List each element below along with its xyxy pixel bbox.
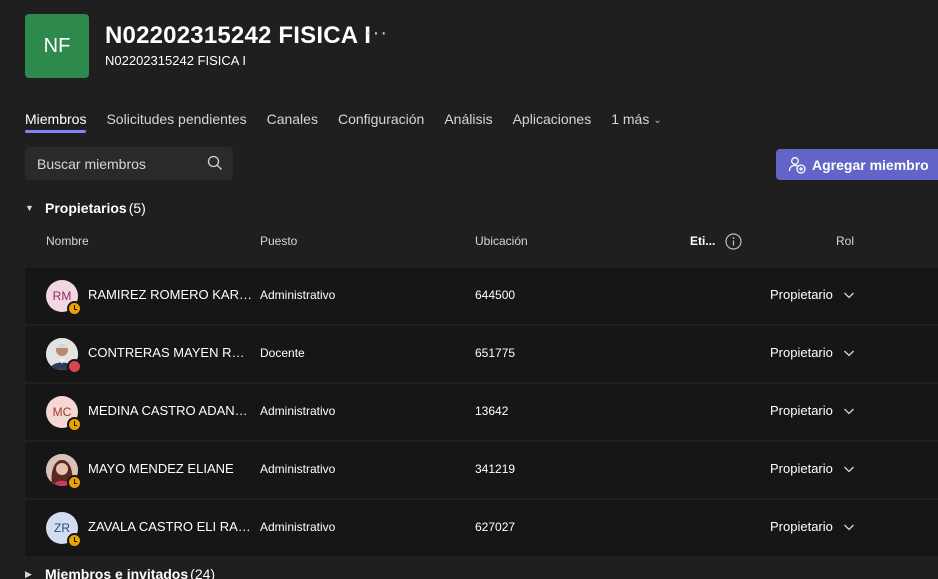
role-dropdown[interactable]: Propietario [770,519,855,534]
role-dropdown[interactable]: Propietario [770,461,855,476]
search-icon[interactable] [207,155,223,171]
member-row[interactable]: RM RAMIREZ ROMERO KARINA Administrativo … [25,268,938,324]
tab-settings[interactable]: Configuración [338,111,424,133]
member-row[interactable]: ZR ZAVALA CASTRO ELI RAMON Administrativ… [25,500,938,556]
tab-label: Análisis [444,111,493,127]
chevron-down-icon: ⌄ [653,115,662,126]
member-position: Administrativo [260,288,336,302]
add-member-label: Agregar miembro [812,156,929,173]
section-count: (5) [128,200,146,216]
member-row[interactable]: MC MEDINA CASTRO ADANELY Administrativo … [25,384,938,440]
role-label: Propietario [770,461,833,476]
team-avatar: NF [25,14,89,78]
role-dropdown[interactable]: Propietario [770,287,855,302]
role-dropdown[interactable]: Propietario [770,403,855,418]
tab-bar: Miembros Solicitudes pendientes Canales … [25,111,682,135]
role-label: Propietario [770,345,833,360]
more-options-button[interactable]: ··· [365,22,388,45]
column-header-name[interactable]: Nombre [46,234,89,248]
search-input[interactable] [25,154,209,173]
column-header-location[interactable]: Ubicación [475,234,528,248]
search-box [25,147,233,180]
member-location: 341219 [475,462,516,476]
tab-label: Miembros [25,111,87,127]
section-name: Propietarios [45,200,127,216]
add-member-button[interactable]: Agregar miembro [776,149,938,180]
section-name: Miembros e invitados [45,566,189,579]
caret-right-icon: ▶ [25,568,32,579]
add-person-icon [788,156,806,174]
tab-label: 1 más [611,111,650,127]
section-count: (24) [190,566,216,579]
chevron-down-icon [843,350,854,356]
member-position: Docente [260,346,305,360]
member-name: ZAVALA CASTRO ELI RAMON [88,519,253,534]
tab-analytics[interactable]: Análisis [444,111,492,133]
team-title: N02202315242 FISICA I [105,22,372,49]
member-name: MEDINA CASTRO ADANELY [88,403,253,418]
member-row[interactable]: MAYO MENDEZ ELIANE Administrativo 341219… [25,442,938,498]
member-row[interactable]: CONTRERAS MAYEN RAUL Docente 651775 Prop… [25,326,938,382]
chevron-down-icon [843,408,854,414]
tab-label: Configuración [337,111,425,127]
member-position: Administrativo [260,462,336,476]
team-subtitle: N02202315242 FISICA I [105,53,246,68]
info-icon[interactable] [725,233,742,250]
status-away-icon [67,417,82,432]
team-members-page: NF N02202315242 FISICA I ··· N0220231524… [0,0,938,579]
role-label: Propietario [770,519,833,534]
status-away-icon [67,475,82,490]
tab-members[interactable]: Miembros [25,111,87,133]
tab-label: Solicitudes pendientes [106,111,247,127]
tab-apps[interactable]: Aplicaciones [513,111,592,133]
status-away-icon [67,533,82,548]
member-location: 13642 [475,404,509,418]
role-label: Propietario [770,403,833,418]
column-header-role[interactable]: Rol [836,234,854,248]
chevron-down-icon [843,292,854,298]
member-position: Administrativo [260,520,336,534]
status-away-icon [67,301,82,316]
member-location: 651775 [475,346,516,360]
column-header-position[interactable]: Puesto [260,234,297,248]
tab-channels[interactable]: Canales [267,111,318,133]
tab-pending-requests[interactable]: Solicitudes pendientes [106,111,246,133]
caret-down-icon: ▼ [25,203,34,213]
role-dropdown[interactable]: Propietario [770,345,855,360]
tab-more[interactable]: 1 más ⌄ [611,111,662,133]
chevron-down-icon [843,524,854,530]
chevron-down-icon [843,466,854,472]
tab-label: Aplicaciones [512,111,592,127]
member-name: MAYO MENDEZ ELIANE [88,461,234,476]
role-label: Propietario [770,287,833,302]
member-position: Administrativo [260,404,336,418]
column-header-tags[interactable]: Eti... [690,234,715,248]
member-name: RAMIREZ ROMERO KARINA [88,287,253,302]
tab-label: Canales [266,111,318,127]
status-busy-icon [67,359,82,374]
member-location: 644500 [475,288,516,302]
member-location: 627027 [475,520,516,534]
owners-section-toggle[interactable]: ▼ Propietarios (5) [25,200,146,216]
member-name: CONTRERAS MAYEN RAUL [88,345,253,360]
members-section-toggle[interactable]: ▶ Miembros e invitados (24) [25,566,215,579]
